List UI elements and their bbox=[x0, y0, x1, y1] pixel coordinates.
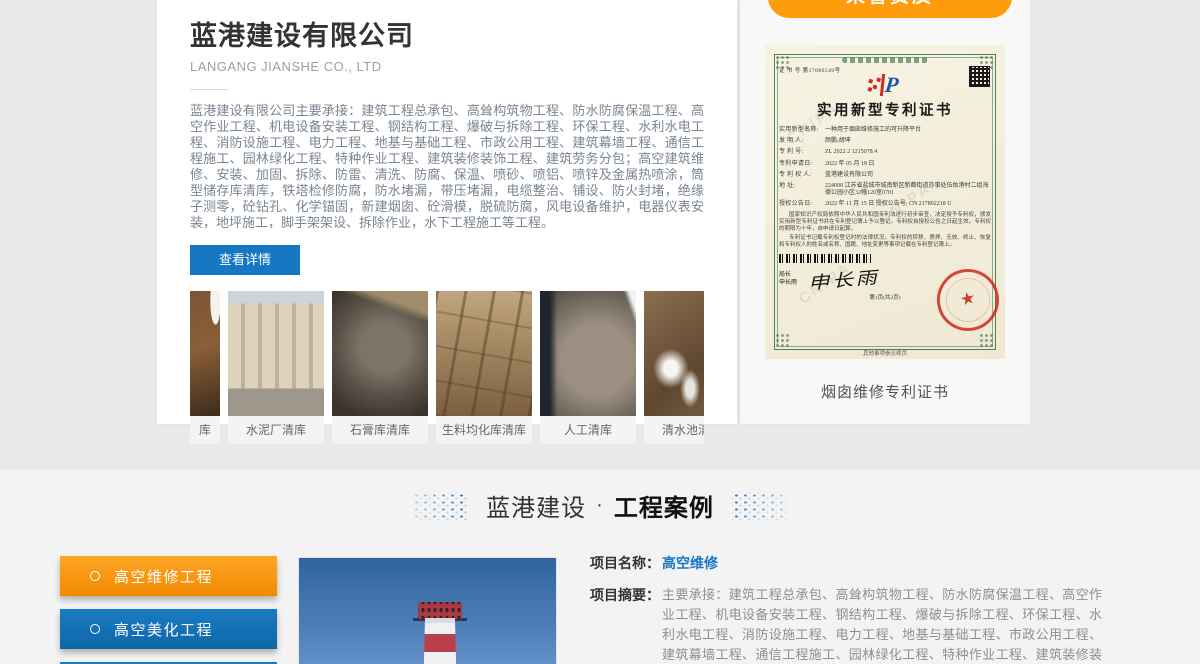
carousel-item[interactable]: 水泥厂清库 bbox=[228, 291, 324, 444]
carousel-caption: 清水池清库 bbox=[644, 416, 704, 444]
view-details-button[interactable]: 查看详情 bbox=[190, 245, 300, 275]
honor-panel: - 荣誉资质 - CNIPA CNIPA CNIPA 证 书 号 第170865… bbox=[740, 0, 1030, 424]
cnipa-logo: P bbox=[865, 76, 905, 98]
dots-decoration bbox=[412, 492, 468, 520]
section-title: 蓝港建设 · 工程案例 bbox=[486, 488, 714, 523]
dots-decoration bbox=[732, 492, 788, 520]
director-printed-name: 申长雨 bbox=[779, 279, 797, 287]
cases-section: 蓝港建设 · 工程案例 高空维修工程 高空美化工程 bbox=[0, 470, 1200, 664]
chimney-case-photo[interactable] bbox=[298, 557, 557, 664]
legal-paragraph: 专利证书记载专利权登记时的法律状况。专利权的转移、质押、无效、终止、恢复和专利权… bbox=[779, 235, 991, 249]
project-name-label: 项目名称： bbox=[590, 553, 662, 573]
field-value: 2022 年 05 月 18 日 bbox=[825, 161, 991, 168]
qr-code bbox=[970, 67, 989, 86]
company-panel: 蓝港建设有限公司 LANGANG JIANSHE CO., LTD 蓝港建设有限… bbox=[157, 0, 737, 424]
cement-plant-photo bbox=[228, 291, 324, 416]
legal-paragraph: 国家知识产权局依照中华人民共和国专利法进行初步审查，决定授予专利权，颁发实用新型… bbox=[779, 212, 991, 233]
carousel-item[interactable]: 人工清库 bbox=[540, 291, 636, 444]
star-icon: ★ bbox=[958, 288, 977, 311]
field-value: ZL 2022 2 1215078.4 bbox=[825, 149, 991, 156]
director-block: 局长 申长雨 bbox=[779, 271, 797, 287]
certificate-caption: 烟囱维修专利证书 bbox=[740, 381, 1030, 402]
green-flourish bbox=[842, 57, 928, 63]
chimney-cap bbox=[418, 602, 462, 619]
field-label: 专 利 号: bbox=[779, 149, 825, 156]
certificate-number: 证 书 号 第17086549号 bbox=[779, 66, 991, 74]
field-value: 颜鹏;胡坤 bbox=[825, 138, 991, 145]
carousel-item[interactable]: 清水池清库 bbox=[644, 291, 704, 444]
section-title-main: 工程案例 bbox=[614, 488, 714, 523]
field-value: 2022 年 11 月 15 日 授权公告号: CN 217802218 U bbox=[825, 201, 991, 208]
tab-label: 高空维修工程 bbox=[114, 566, 213, 587]
field-value: 蓝港建设有限公司 bbox=[825, 172, 991, 179]
certificate-fields: 实用新型名称:一种用于烟囱维修施工的可升降平台 发 明 人:颜鹏;胡坤 专 利 … bbox=[779, 127, 991, 208]
project-summary-label: 项目摘要： bbox=[590, 585, 662, 664]
patent-certificate-image[interactable]: CNIPA CNIPA CNIPA 证 书 号 第17086549号 P 实用新… bbox=[765, 45, 1005, 359]
circle-icon bbox=[90, 624, 100, 634]
barcode bbox=[779, 254, 871, 263]
project-summary-text: 主要承接：建筑工程总承包、高耸构筑物工程、防水防腐保温工程、高空作业工程、机电设… bbox=[662, 585, 1102, 664]
manual-clearing-photo bbox=[540, 291, 636, 416]
certificate-footnote: 其他事项参见续页 bbox=[765, 349, 1005, 357]
field-label: 地 址: bbox=[779, 183, 825, 197]
honor-badge-button[interactable]: - 荣誉资质 - bbox=[768, 0, 1012, 18]
project-info: 项目名称： 高空维修 项目摘要： 主要承接：建筑工程总承包、高耸构筑物工程、防水… bbox=[590, 553, 1102, 664]
tab-high-altitude-repair[interactable]: 高空维修工程 bbox=[60, 556, 277, 596]
gypsum-silo-photo bbox=[332, 291, 428, 416]
director-label: 局长 bbox=[779, 271, 797, 279]
field-value: 224000 江苏省盐城市城南新区新都街道办事处伍佑港村二组海德公园小区32幢1… bbox=[825, 183, 991, 197]
certificate-title: 实用新型专利证书 bbox=[779, 99, 991, 120]
company-name-en: LANGANG JIANSHE CO., LTD bbox=[190, 59, 704, 74]
project-name-link[interactable]: 高空维修 bbox=[662, 553, 718, 573]
carousel-item[interactable]: 石膏库清库 bbox=[332, 291, 428, 444]
homogenization-silo-photo bbox=[436, 291, 532, 416]
company-intro: 蓝港建设有限公司主要承接：建筑工程总承包、高耸构筑物工程、防水防腐保温工程、高空… bbox=[190, 103, 704, 231]
divider bbox=[190, 89, 228, 90]
carousel-caption: 水泥厂清库 bbox=[228, 416, 324, 444]
clear-water-pool-photo bbox=[644, 291, 704, 416]
case-category-tabs: 高空维修工程 高空美化工程 bbox=[60, 556, 277, 664]
tab-label: 高空美化工程 bbox=[114, 619, 213, 640]
field-value: 一种用于烟囱维修施工的可升降平台 bbox=[825, 127, 991, 134]
carousel-caption: 石膏库清库 bbox=[332, 416, 428, 444]
carousel-caption: 生料均化库清库 bbox=[436, 416, 532, 444]
logo-p-glyph: P bbox=[880, 74, 900, 96]
carousel-caption: 人工清库 bbox=[540, 416, 636, 444]
circle-icon bbox=[90, 571, 100, 581]
carousel-item[interactable]: 生料均化库清库 bbox=[436, 291, 532, 444]
project-summary-row: 项目摘要： 主要承接：建筑工程总承包、高耸构筑物工程、防水防腐保温工程、高空作业… bbox=[590, 585, 1102, 664]
field-label: 专利申请日: bbox=[779, 161, 825, 168]
carousel-item[interactable]: 库 bbox=[190, 291, 220, 444]
field-label: 专 利 权 人: bbox=[779, 172, 825, 179]
director-signature: 申长雨 bbox=[807, 263, 880, 294]
carousel-caption: 库 bbox=[190, 416, 220, 444]
project-name-row: 项目名称： 高空维修 bbox=[590, 553, 1102, 573]
section-title-separator: · bbox=[596, 494, 604, 517]
field-label: 授权公告日: bbox=[779, 201, 825, 208]
logo-red-marks bbox=[872, 84, 877, 89]
section-title-brand: 蓝港建设 bbox=[486, 488, 586, 523]
cases-header: 蓝港建设 · 工程案例 bbox=[0, 488, 1200, 523]
chimney-body bbox=[423, 618, 457, 664]
page: 蓝港建设有限公司 LANGANG JIANSHE CO., LTD 蓝港建设有限… bbox=[0, 0, 1200, 664]
project-carousel[interactable]: 库 水泥厂清库 石膏库清库 生料均化库清库 人工清库 清水池清库 bbox=[190, 291, 704, 444]
tab-high-altitude-beautify[interactable]: 高空美化工程 bbox=[60, 609, 277, 649]
field-label: 发 明 人: bbox=[779, 138, 825, 145]
field-label: 实用新型名称: bbox=[779, 127, 825, 134]
company-name: 蓝港建设有限公司 bbox=[190, 14, 704, 53]
silo-photo bbox=[190, 291, 220, 416]
